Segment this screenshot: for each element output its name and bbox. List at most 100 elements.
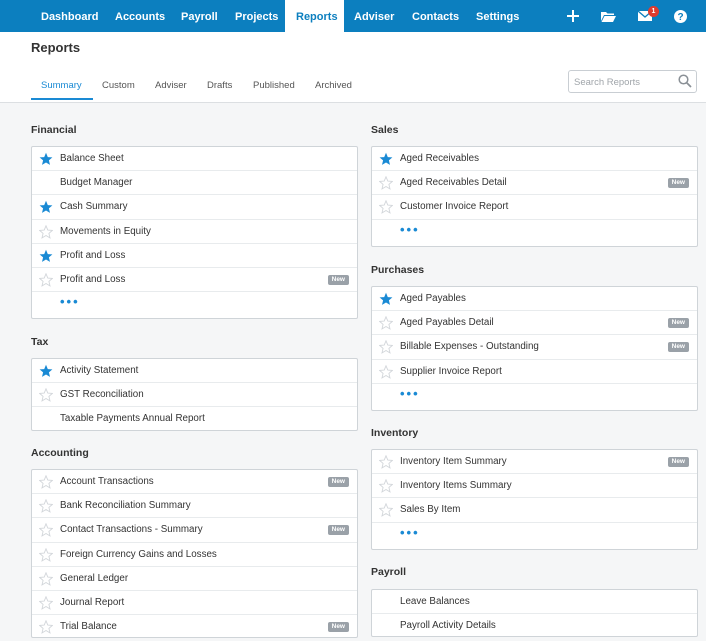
- report-link[interactable]: Journal Report: [60, 597, 124, 608]
- report-row[interactable]: Cash Summary: [32, 195, 357, 220]
- report-row[interactable]: Leave Balances: [372, 590, 697, 615]
- report-link[interactable]: Leave Balances: [400, 596, 470, 607]
- report-link[interactable]: Profit and Loss: [60, 250, 125, 261]
- star-outline-icon[interactable]: [379, 479, 393, 494]
- star-outline-icon[interactable]: [379, 455, 393, 469]
- tab-archived[interactable]: Archived: [315, 80, 352, 91]
- report-link[interactable]: Balance Sheet: [60, 153, 124, 164]
- report-link[interactable]: Aged Receivables Detail: [400, 177, 507, 188]
- plus-icon[interactable]: [564, 0, 582, 32]
- nav-projects[interactable]: Projects: [226, 0, 284, 32]
- star-outline-icon[interactable]: [39, 596, 53, 610]
- report-row[interactable]: Aged Payables Detail New: [372, 311, 697, 336]
- star-filled-icon[interactable]: [39, 152, 53, 166]
- report-link[interactable]: Supplier Invoice Report: [400, 366, 502, 377]
- report-link[interactable]: Movements in Equity: [60, 226, 151, 237]
- star-filled-icon[interactable]: [39, 200, 53, 214]
- nav-adviser[interactable]: Adviser: [344, 0, 402, 32]
- star-outline-icon[interactable]: [39, 620, 53, 635]
- report-link[interactable]: Aged Receivables: [400, 153, 479, 164]
- report-row[interactable]: Account Transactions New: [32, 470, 357, 495]
- report-link[interactable]: Account Transactions: [60, 476, 154, 487]
- star-outline-icon[interactable]: [379, 200, 393, 215]
- report-row[interactable]: Trial Balance New: [32, 615, 357, 639]
- tab-summary[interactable]: Summary: [41, 80, 82, 91]
- report-row[interactable]: General Ledger: [32, 567, 357, 591]
- more-icon[interactable]: •••: [400, 525, 420, 540]
- report-row[interactable]: Aged Payables: [372, 287, 697, 312]
- star-filled-icon[interactable]: [379, 292, 393, 306]
- report-link[interactable]: Aged Payables: [400, 293, 466, 304]
- report-row[interactable]: Movements in Equity: [32, 220, 357, 244]
- star-outline-icon[interactable]: [379, 340, 393, 355]
- report-row[interactable]: Balance Sheet: [32, 147, 357, 172]
- report-row[interactable]: Activity Statement: [32, 359, 357, 384]
- report-row[interactable]: Customer Invoice Report: [372, 195, 697, 220]
- report-link[interactable]: Sales By Item: [400, 504, 460, 515]
- report-link[interactable]: Foreign Currency Gains and Losses: [60, 549, 217, 560]
- report-link[interactable]: General Ledger: [60, 573, 128, 584]
- report-row[interactable]: Sales By Item: [372, 498, 697, 523]
- report-row[interactable]: Aged Receivables: [372, 147, 697, 172]
- star-outline-icon[interactable]: [379, 176, 393, 191]
- report-link[interactable]: Profit and Loss: [60, 274, 125, 285]
- report-link[interactable]: Taxable Payments Annual Report: [60, 413, 205, 424]
- report-row[interactable]: Billable Expenses - Outstanding New: [372, 335, 697, 360]
- report-link[interactable]: Trial Balance: [60, 621, 117, 632]
- report-link[interactable]: Budget Manager: [60, 177, 132, 188]
- tab-adviser[interactable]: Adviser: [155, 80, 187, 91]
- star-outline-icon[interactable]: [39, 388, 53, 403]
- report-row[interactable]: Journal Report: [32, 591, 357, 616]
- report-link[interactable]: GST Reconciliation: [60, 389, 144, 400]
- star-filled-icon[interactable]: [39, 249, 53, 263]
- star-outline-icon[interactable]: [379, 503, 393, 518]
- star-outline-icon[interactable]: [39, 224, 53, 239]
- star-outline-icon[interactable]: [39, 523, 53, 538]
- report-row[interactable]: Taxable Payments Annual Report: [32, 407, 357, 431]
- star-outline-icon[interactable]: [39, 571, 53, 586]
- report-row[interactable]: Payroll Activity Details: [372, 614, 697, 638]
- search-input[interactable]: [574, 75, 674, 89]
- report-link[interactable]: Billable Expenses - Outstanding: [400, 341, 539, 352]
- tab-drafts[interactable]: Drafts: [207, 80, 232, 91]
- star-outline-icon[interactable]: [39, 475, 53, 489]
- report-link[interactable]: Aged Payables Detail: [400, 317, 494, 328]
- report-link[interactable]: Contact Transactions - Summary: [60, 524, 203, 535]
- report-link[interactable]: Inventory Items Summary: [400, 480, 512, 491]
- report-row[interactable]: Contact Transactions - Summary New: [32, 518, 357, 543]
- report-row[interactable]: Supplier Invoice Report: [372, 360, 697, 384]
- report-row[interactable]: Inventory Item Summary New: [372, 450, 697, 475]
- report-row[interactable]: Aged Receivables Detail New: [372, 171, 697, 196]
- more-icon[interactable]: •••: [60, 294, 80, 309]
- nav-accounts[interactable]: Accounts: [105, 0, 172, 32]
- report-link[interactable]: Cash Summary: [60, 201, 128, 212]
- report-link[interactable]: Payroll Activity Details: [400, 620, 496, 631]
- report-row[interactable]: Profit and Loss: [32, 244, 357, 268]
- report-row[interactable]: Budget Manager: [32, 171, 357, 196]
- report-link[interactable]: Bank Reconciliation Summary: [60, 500, 191, 511]
- star-outline-icon[interactable]: [39, 499, 53, 514]
- nav-payroll[interactable]: Payroll: [172, 0, 226, 32]
- search-icon[interactable]: [678, 74, 692, 91]
- report-link[interactable]: Inventory Item Summary: [400, 456, 507, 467]
- more-icon[interactable]: •••: [400, 222, 420, 237]
- report-row[interactable]: Inventory Items Summary: [372, 474, 697, 499]
- nav-reports[interactable]: Reports: [285, 0, 344, 32]
- star-outline-icon[interactable]: [39, 273, 53, 287]
- help-icon[interactable]: ?: [671, 0, 689, 32]
- report-link[interactable]: Customer Invoice Report: [400, 201, 508, 212]
- nav-contacts[interactable]: Contacts: [402, 0, 466, 32]
- report-link[interactable]: Activity Statement: [60, 365, 138, 376]
- nav-settings[interactable]: Settings: [466, 0, 528, 32]
- tab-published[interactable]: Published: [253, 80, 295, 91]
- star-filled-icon[interactable]: [379, 152, 393, 166]
- report-row[interactable]: Bank Reconciliation Summary: [32, 494, 357, 519]
- search-box[interactable]: [568, 70, 697, 93]
- tab-custom[interactable]: Custom: [102, 80, 135, 91]
- star-outline-icon[interactable]: [39, 547, 53, 562]
- star-filled-icon[interactable]: [39, 364, 53, 378]
- folder-icon[interactable]: [598, 0, 618, 32]
- more-icon[interactable]: •••: [400, 386, 420, 401]
- nav-dashboard[interactable]: Dashboard: [31, 0, 106, 32]
- report-row[interactable]: Foreign Currency Gains and Losses: [32, 543, 357, 567]
